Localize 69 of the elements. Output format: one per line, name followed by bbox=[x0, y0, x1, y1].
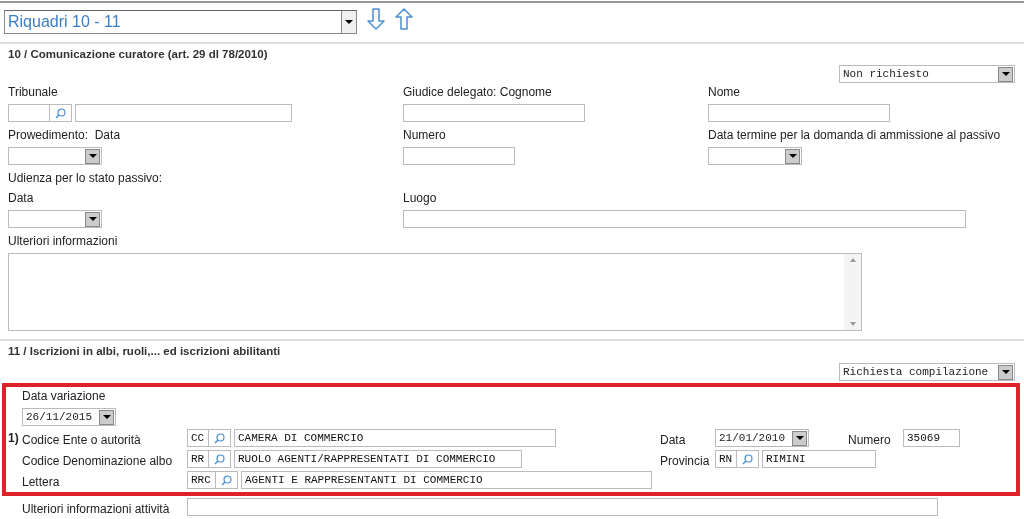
field-label: Codice Denominazione albo bbox=[22, 454, 173, 468]
caret-icon bbox=[88, 217, 97, 221]
field-label: Tribunale bbox=[8, 85, 59, 99]
field-label: Numero bbox=[403, 128, 447, 142]
description-field[interactable]: RUOLO AGENTI/RAPPRESENTATI DI COMMERCIO bbox=[234, 450, 522, 468]
text-field[interactable] bbox=[403, 210, 966, 228]
status-dropdown[interactable]: Non richiesto bbox=[839, 65, 1015, 83]
description-field[interactable]: CAMERA DI COMMERCIO bbox=[234, 429, 556, 447]
code-field[interactable]: RN bbox=[715, 450, 737, 468]
caret-icon bbox=[795, 436, 804, 440]
caret-icon bbox=[88, 154, 97, 158]
caret-icon bbox=[102, 415, 111, 419]
caret-icon bbox=[1001, 370, 1010, 374]
field-label: Prowedimento: Data bbox=[8, 128, 122, 142]
text-field[interactable]: 35069 bbox=[903, 429, 960, 447]
code-field[interactable]: RRC bbox=[187, 471, 216, 489]
text-field[interactable] bbox=[403, 104, 585, 122]
caret-icon bbox=[788, 154, 797, 158]
scroll-down-icon[interactable] bbox=[849, 322, 856, 326]
arrow-up-icon[interactable] bbox=[395, 7, 413, 30]
field-label: Data termine per la domanda di ammissione al passivo bbox=[708, 128, 1002, 142]
text-field[interactable] bbox=[708, 104, 890, 122]
section-title: 10 / Comunicazione curatore (art. 29 dl 78/2010) bbox=[7, 47, 269, 61]
search-button[interactable] bbox=[737, 450, 759, 468]
code-field[interactable]: CC bbox=[187, 429, 209, 447]
code-field[interactable]: RR bbox=[187, 450, 209, 468]
field-label: Luogo bbox=[403, 191, 438, 205]
text-field[interactable] bbox=[403, 147, 515, 165]
code-field[interactable] bbox=[8, 104, 50, 122]
date-dropdown[interactable]: 26/11/2015 bbox=[22, 408, 116, 426]
field-label: Data bbox=[660, 433, 686, 447]
text-area[interactable] bbox=[8, 253, 862, 331]
search-button[interactable] bbox=[216, 471, 238, 489]
scrollbar[interactable] bbox=[844, 254, 861, 330]
search-icon bbox=[214, 432, 225, 444]
search-icon bbox=[221, 474, 232, 486]
field-label: Provincia bbox=[660, 454, 710, 468]
text-field[interactable] bbox=[187, 498, 938, 516]
caret-icon bbox=[1001, 72, 1010, 76]
description-field[interactable]: RIMINI bbox=[762, 450, 876, 468]
field-label: Data bbox=[8, 191, 35, 205]
description-field[interactable] bbox=[75, 104, 292, 122]
field-label: Udienza per lo stato passivo: bbox=[8, 171, 164, 185]
date-dropdown[interactable] bbox=[8, 210, 102, 228]
search-button[interactable] bbox=[209, 450, 231, 468]
search-icon bbox=[214, 453, 225, 465]
search-icon bbox=[55, 107, 66, 119]
search-icon bbox=[742, 453, 753, 465]
field-label: Nome bbox=[708, 85, 741, 99]
field-label: Giudice delegato: Cognome bbox=[403, 85, 553, 99]
date-dropdown[interactable] bbox=[708, 147, 802, 165]
date-dropdown[interactable]: 21/01/2010 bbox=[715, 429, 809, 447]
section-title: 11 / Iscrizioni in albi, ruoli,... ed iscrizioni abilitanti bbox=[7, 344, 282, 358]
description-field[interactable]: AGENTI E RAPPRESENTANTI DI COMMERCIO bbox=[241, 471, 652, 489]
status-dropdown[interactable]: Richiesta compilazione bbox=[839, 363, 1015, 381]
field-label: Lettera bbox=[22, 475, 60, 489]
arrow-down-icon[interactable] bbox=[367, 7, 385, 30]
field-label: Numero bbox=[848, 433, 891, 447]
field-label: Ulteriori informazioni bbox=[8, 234, 119, 248]
scroll-up-icon[interactable] bbox=[849, 258, 856, 262]
search-button[interactable] bbox=[50, 104, 72, 122]
section-dropdown[interactable]: Riquadri 10 - 11 bbox=[4, 10, 357, 34]
field-label: Ulteriori informazioni attività bbox=[22, 502, 170, 516]
search-button[interactable] bbox=[209, 429, 231, 447]
field-label: Data variazione bbox=[22, 389, 107, 403]
entry-number: 1) bbox=[8, 431, 19, 445]
caret-icon bbox=[345, 20, 353, 24]
field-label: Codice Ente o autorità bbox=[22, 433, 141, 447]
date-dropdown[interactable] bbox=[8, 147, 102, 165]
